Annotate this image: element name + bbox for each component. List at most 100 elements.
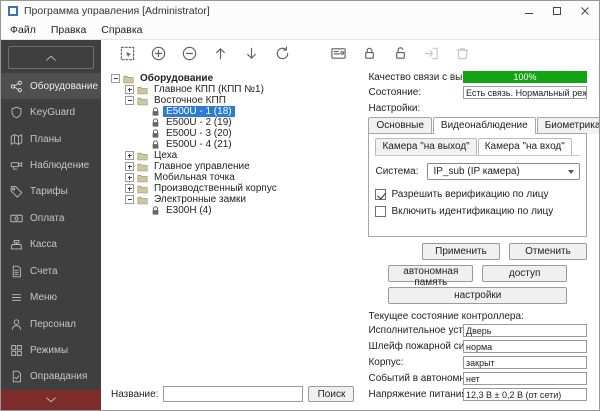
- settings-button[interactable]: настройки: [388, 287, 567, 304]
- autonomous-memory-button[interactable]: автономная память: [388, 265, 473, 282]
- minimize-button[interactable]: [515, 1, 543, 21]
- sidebar-item-keyguard[interactable]: KeyGuard: [1, 99, 101, 125]
- controller-icon: [151, 129, 160, 139]
- sidebar-item-label: Оправдания: [30, 371, 87, 382]
- sidebar-item-cashdesk[interactable]: Касса: [1, 232, 101, 258]
- sidebar-item-label: Счета: [30, 266, 58, 277]
- sidebar-item-accounts[interactable]: Счета: [1, 258, 101, 284]
- tab-general[interactable]: Основные: [368, 117, 431, 134]
- sidebar-item-equipment[interactable]: Оборудование: [1, 73, 101, 99]
- face-verification-checkbox[interactable]: [375, 189, 386, 200]
- controller-icon: [151, 118, 160, 128]
- tree-node-e300h[interactable]: E300H (4): [111, 205, 358, 216]
- folder-icon: [123, 74, 134, 84]
- expander-icon[interactable]: [125, 173, 134, 182]
- remove-icon[interactable]: [180, 45, 198, 63]
- tree-node-electronic-locks[interactable]: Электронные замки: [111, 194, 358, 205]
- controller-icon: [151, 140, 160, 150]
- expander-icon[interactable]: [125, 96, 134, 105]
- access-button[interactable]: доступ: [482, 265, 567, 282]
- subtab-camera-exit[interactable]: Камера "на выход": [375, 138, 476, 155]
- move-up-icon[interactable]: [211, 45, 229, 63]
- sidebar-item-modes[interactable]: Режимы: [1, 337, 101, 363]
- tree-node-main-checkpoint[interactable]: Главное КПП (КПП №1): [111, 84, 358, 95]
- expander-icon[interactable]: [125, 195, 134, 204]
- actuator-label: Исполнительное устройство:: [368, 325, 463, 336]
- banknote-icon: [10, 212, 23, 225]
- shield-icon: [10, 106, 23, 119]
- equipment-icon: [10, 80, 23, 93]
- sidebar-item-menu[interactable]: Меню: [1, 284, 101, 310]
- maximize-button[interactable]: [543, 1, 571, 21]
- menu-edit[interactable]: Правка: [51, 24, 86, 36]
- sidebar-item-label: Оборудование: [30, 81, 98, 92]
- expander-icon[interactable]: [125, 151, 134, 160]
- sidebar-scroll-down-button[interactable]: [1, 390, 101, 410]
- verification-checkbox-row[interactable]: Разрешить верификацию по лицу: [375, 189, 580, 200]
- folder-icon: [137, 85, 148, 95]
- system-dropdown-value: IP_sub (IP камера): [433, 166, 519, 177]
- add-icon[interactable]: [149, 45, 167, 63]
- trash-icon: [453, 45, 471, 63]
- controller-panel: Качество связи с выбранным: 100% Состоян…: [362, 67, 599, 410]
- sidebar-item-label: Тарифы: [30, 186, 68, 197]
- tree-node-east-checkpoint[interactable]: Восточное КПП: [111, 95, 358, 106]
- tree-node-workshops[interactable]: Цеха: [111, 150, 358, 161]
- tree-node-production-building[interactable]: Производственный корпус: [111, 183, 358, 194]
- face-verification-label: Разрешить верификацию по лицу: [391, 189, 548, 200]
- state-label: Состояние:: [368, 87, 463, 98]
- sidebar-item-label: Наблюдение: [30, 160, 89, 171]
- tree-node-e500u-2[interactable]: E500U - 2 (19): [111, 117, 358, 128]
- search-button[interactable]: Поиск: [308, 386, 354, 402]
- menu-help[interactable]: Справка: [101, 24, 142, 36]
- sidebar-item-label: Касса: [30, 239, 57, 250]
- close-button[interactable]: [571, 1, 599, 21]
- lock-icon[interactable]: [360, 45, 378, 63]
- menu-file[interactable]: Файл: [10, 24, 36, 36]
- person-icon: [10, 318, 23, 331]
- sidebar-item-excuses[interactable]: Оправдания: [1, 364, 101, 390]
- tree-node-e500u-4[interactable]: E500U - 4 (21): [111, 139, 358, 150]
- apply-button[interactable]: Применить: [422, 243, 500, 260]
- sidebar-item-payment[interactable]: Оплата: [1, 205, 101, 231]
- subtab-camera-entry[interactable]: Камера "на вход": [478, 138, 572, 155]
- supply-voltage-label: Напряжение питания:: [368, 389, 463, 400]
- sidebar-item-tariffs[interactable]: Тарифы: [1, 179, 101, 205]
- expander-icon[interactable]: [111, 74, 120, 83]
- identification-checkbox-row[interactable]: Включить идентификацию по лицу: [375, 206, 580, 217]
- expander-icon[interactable]: [125, 85, 134, 94]
- unlock-icon[interactable]: [391, 45, 409, 63]
- folder-icon: [137, 184, 148, 194]
- app-window: Программа управления [Administrator] Фай…: [0, 0, 600, 411]
- tree-node-head-office[interactable]: Главное управление: [111, 161, 358, 172]
- folder-icon: [137, 151, 148, 161]
- controller-icon: [151, 206, 160, 216]
- expander-icon[interactable]: [125, 162, 134, 171]
- tab-video[interactable]: Видеонаблюдение: [433, 117, 536, 134]
- system-dropdown[interactable]: IP_sub (IP камера): [427, 163, 580, 180]
- sidebar-item-plans[interactable]: Планы: [1, 126, 101, 152]
- move-down-icon[interactable]: [242, 45, 260, 63]
- sidebar: Оборудование KeyGuard Планы Наблюдение Т…: [1, 40, 101, 410]
- select-area-icon[interactable]: [118, 45, 136, 63]
- buffer-events-value: нет: [463, 372, 587, 385]
- face-identification-checkbox[interactable]: [375, 206, 386, 217]
- price-tag-icon: [10, 185, 23, 198]
- tree-node-mobile-point[interactable]: Мобильная точка: [111, 172, 358, 183]
- cancel-button[interactable]: Отменить: [509, 243, 587, 260]
- sidebar-item-label: KeyGuard: [30, 107, 75, 118]
- tab-biometrics[interactable]: Биометрика: [537, 117, 600, 134]
- expander-spacer: [139, 107, 148, 116]
- sidebar-collapse-button[interactable]: [8, 46, 94, 69]
- invoice-icon: [10, 265, 23, 278]
- expander-icon[interactable]: [125, 184, 134, 193]
- tree-node-e500u-3[interactable]: E500U - 3 (20): [111, 128, 358, 139]
- sidebar-item-personnel[interactable]: Персонал: [1, 311, 101, 337]
- search-input[interactable]: [163, 386, 303, 402]
- refresh-icon[interactable]: [273, 45, 291, 63]
- fire-loop-value: норма: [463, 340, 587, 353]
- sidebar-item-surveillance[interactable]: Наблюдение: [1, 152, 101, 178]
- tree-node-e500u-1[interactable]: E500U - 1 (18): [111, 106, 358, 117]
- tree-node-equipment-root[interactable]: Оборудование: [111, 73, 358, 84]
- card-icon[interactable]: [329, 45, 347, 63]
